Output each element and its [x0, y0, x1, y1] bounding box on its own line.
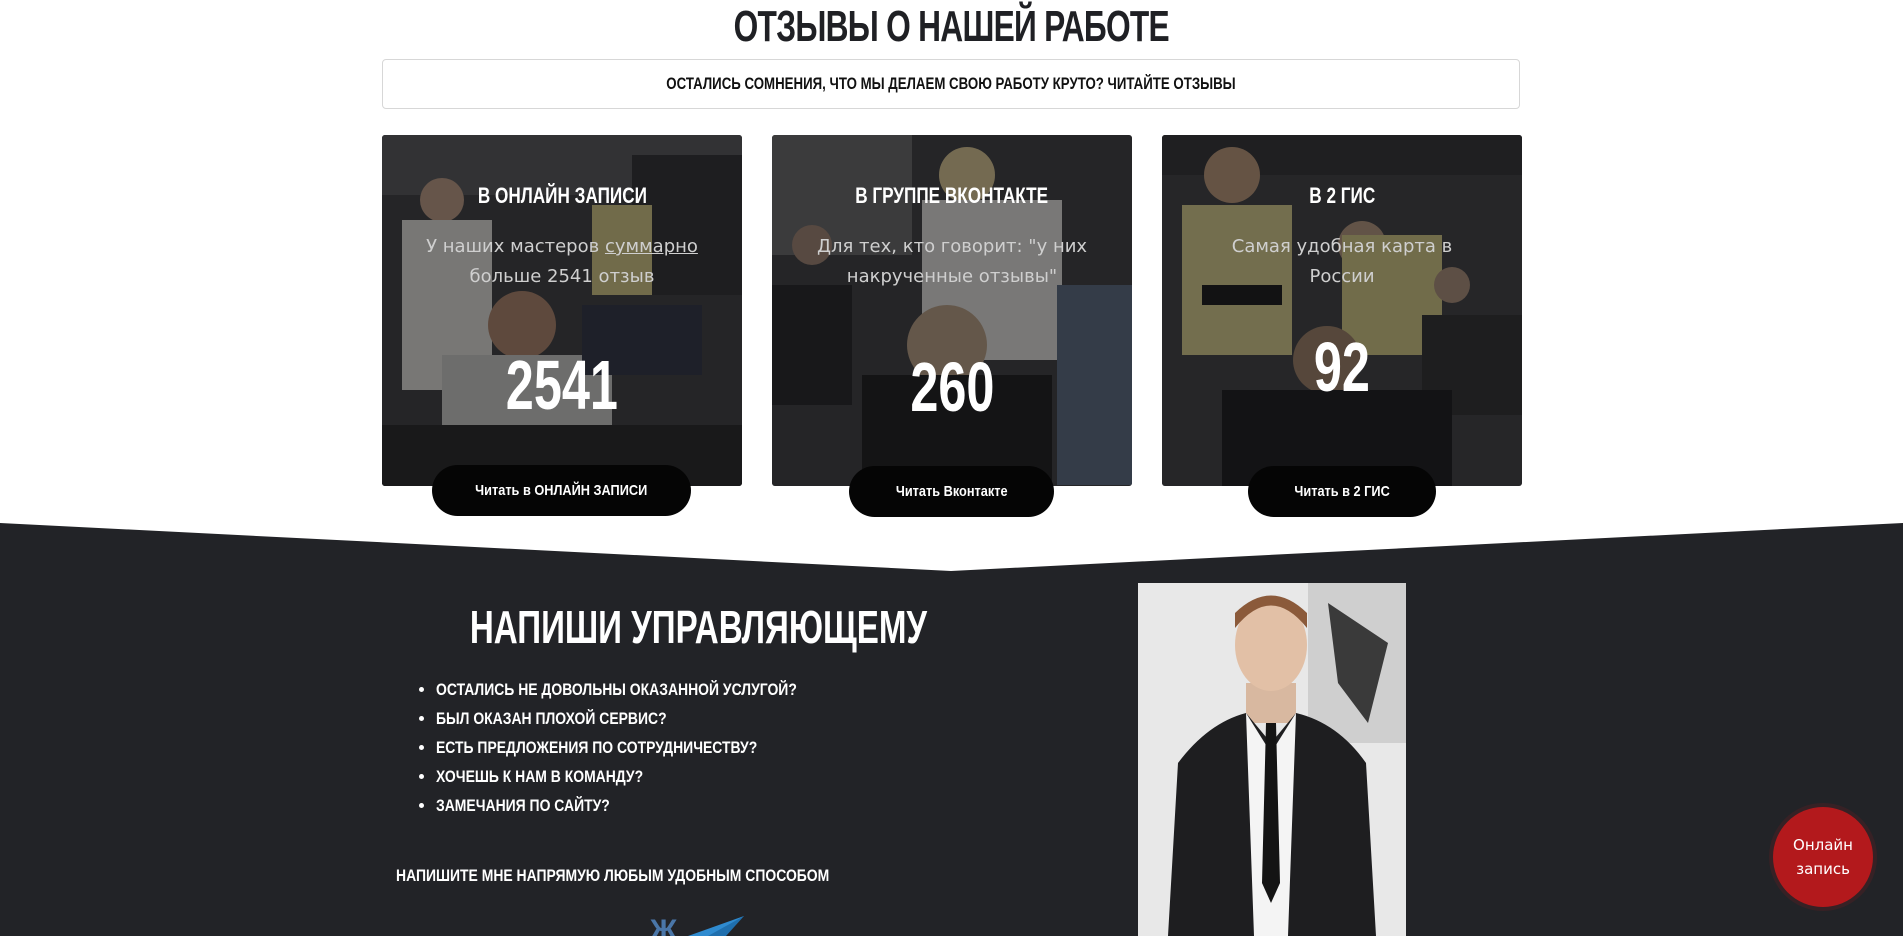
read-2gis-button[interactable]: Читать в 2 ГИС — [1248, 466, 1436, 517]
card-description: У наших мастеров суммарно больше 2541 от… — [426, 236, 698, 287]
dark-section-background — [0, 523, 1903, 936]
review-card-online: В ОНЛАЙН ЗАПИСИ У наших мастеров суммарн… — [382, 135, 742, 486]
list-item: ЗАМЕЧАНИЯ ПО САЙТУ? — [436, 791, 876, 820]
manager-section-title: НАПИШИ УПРАВЛЯЮЩЕМУ — [469, 601, 927, 653]
subtitle-text: ОСТАЛИСЬ СОМНЕНИЯ, ЧТО МЫ ДЕЛАЕМ СВОЮ РА… — [666, 74, 1236, 93]
card-title: В 2 ГИС — [1309, 183, 1375, 208]
svg-text:Ж: Ж — [649, 916, 678, 936]
manager-reasons-list: ОСТАЛИСЬ НЕ ДОВОЛЬНЫ ОКАЗАННОЙ УСЛУГОЙ? … — [418, 675, 876, 820]
vk-icon[interactable]: Ж — [649, 916, 678, 936]
review-count: 2541 — [505, 346, 619, 424]
telegram-icon[interactable] — [688, 916, 744, 936]
list-item: ЕСТЬ ПРЕДЛОЖЕНИЯ ПО СОТРУДНИЧЕСТВУ? — [436, 733, 876, 762]
review-count: 260 — [909, 348, 995, 426]
review-count: 92 — [1313, 328, 1371, 406]
subtitle-banner: ОСТАЛИСЬ СОМНЕНИЯ, ЧТО МЫ ДЕЛАЕМ СВОЮ РА… — [382, 59, 1520, 109]
online-booking-button[interactable]: Онлайн запись — [1773, 807, 1873, 907]
list-item: БЫЛ ОКАЗАН ПЛОХОЙ СЕРВИС? — [436, 704, 876, 733]
list-item: ХОЧЕШЬ К НАМ В КОМАНДУ? — [436, 762, 876, 791]
contact-prompt: НАПИШИТЕ МНЕ НАПРЯМУЮ ЛЮБЫМ УДОБНЫМ СПОС… — [396, 866, 830, 885]
review-card-2gis: В 2 ГИС Самая удобная карта в России 92 — [1162, 135, 1522, 486]
card-title: В ГРУППЕ ВКОНТАКТЕ — [855, 183, 1049, 208]
list-item: ОСТАЛИСЬ НЕ ДОВОЛЬНЫ ОКАЗАННОЙ УСЛУГОЙ? — [436, 675, 876, 704]
card-description: Для тех, кто говорит: "у них накрученные… — [816, 236, 1088, 287]
page-title: ОТЗЫВЫ О НАШЕЙ РАБОТЕ — [733, 2, 1170, 51]
manager-photo — [1138, 583, 1406, 936]
review-card-vk: В ГРУППЕ ВКОНТАКТЕ Для тех, кто говорит:… — [772, 135, 1132, 486]
read-online-button[interactable]: Читать в ОНЛАЙН ЗАПИСИ — [432, 465, 691, 516]
card-title: В ОНЛАЙН ЗАПИСИ — [477, 183, 647, 208]
read-vk-button[interactable]: Читать Вконтакте — [849, 466, 1054, 517]
card-description: Самая удобная карта в России — [1231, 236, 1453, 287]
